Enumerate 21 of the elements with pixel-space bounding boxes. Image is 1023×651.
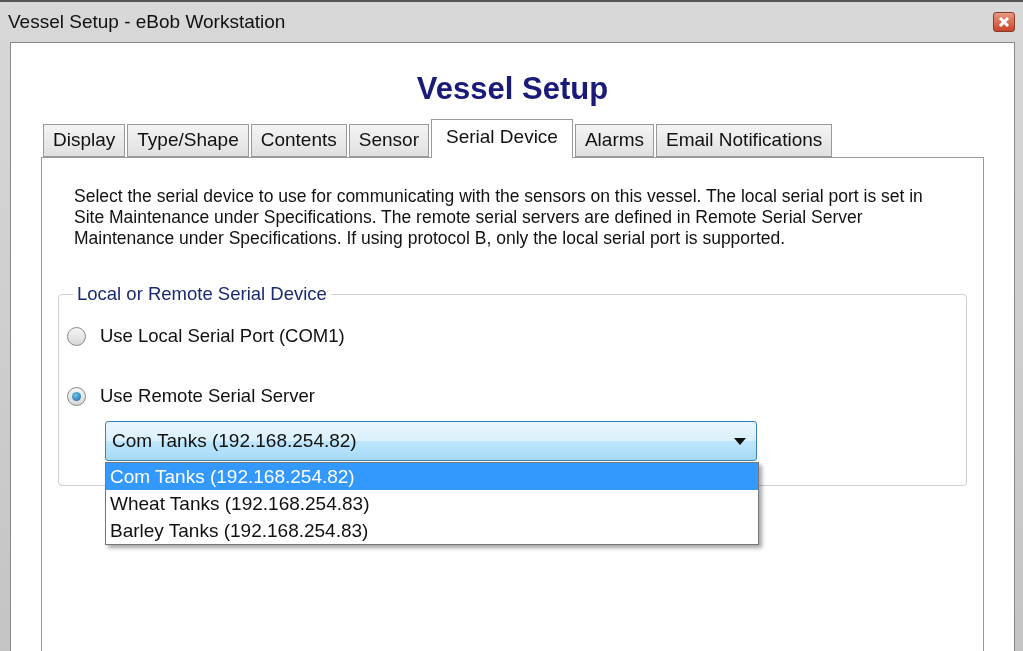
page-heading: Vessel Setup (416, 71, 609, 107)
tab[interactable]: Display (43, 124, 126, 157)
dropdown-item[interactable]: Wheat Tanks (192.168.254.83) (106, 490, 758, 517)
radio-button[interactable] (67, 326, 86, 346)
close-icon (998, 16, 1010, 28)
dropdown-item[interactable]: Barley Tanks (192.168.254.83) (106, 517, 758, 544)
tab[interactable]: Sensor (348, 124, 429, 157)
tab[interactable]: Alarms (574, 124, 655, 157)
close-button[interactable] (993, 12, 1015, 32)
caret-icon (734, 437, 746, 445)
radio-option[interactable]: Use Remote Serial Server (67, 385, 950, 407)
radio-button[interactable] (67, 386, 86, 406)
tab[interactable]: Contents (250, 124, 347, 157)
group-title: Local or Remote Serial Device (76, 283, 328, 305)
tab[interactable]: Type/Shape (127, 124, 249, 157)
server-dropdown[interactable]: Com Tanks (192.168.254.82) (105, 421, 757, 461)
description-text: Select the serial device to use for communicating with the sensors on this vessel. The local serial port is set in Site Maintenance under Specifications. The remote serial servers are defined in Remote Serial Server Maintenance under Specifications. If using protocol B, only the local serial port is supported. (74, 186, 924, 249)
tab[interactable]: Email Notifications (656, 124, 833, 157)
tab[interactable]: Serial Device (431, 119, 573, 158)
window-title: Vessel Setup - eBob Workstation (8, 11, 286, 33)
radio-option[interactable]: Use Local Serial Port (COM1) (67, 325, 950, 347)
